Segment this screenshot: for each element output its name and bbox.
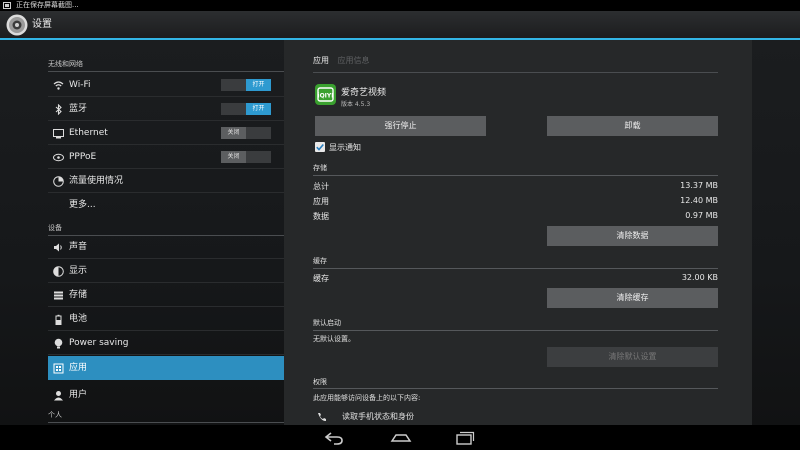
sidebar-item-apps[interactable]: 应用 bbox=[48, 356, 284, 380]
cache-header: 缓存 bbox=[313, 257, 327, 265]
settings-content: 无线和网络 Wi-Fi 打开 蓝牙 打开 Ethernet 关闭 PPPoE 关… bbox=[0, 40, 800, 425]
permission-item: 读取手机状态和身份 bbox=[342, 412, 414, 421]
storage-header: 存储 bbox=[313, 164, 327, 172]
screenshot-icon bbox=[3, 2, 11, 9]
section-header-device: 设备 bbox=[48, 223, 284, 236]
force-stop-button[interactable]: 强行停止 bbox=[315, 116, 486, 136]
storage-total-row: 总计 13.37 MB bbox=[313, 181, 718, 191]
status-bar: 正在保存屏幕截图... bbox=[0, 0, 800, 11]
sidebar-item-label: PPPoE bbox=[69, 152, 97, 162]
data-usage-icon bbox=[53, 176, 64, 187]
page-title: 设置 bbox=[32, 19, 52, 30]
home-icon[interactable] bbox=[390, 431, 412, 445]
launch-default-header: 默认启动 bbox=[313, 319, 341, 327]
sound-icon bbox=[54, 243, 62, 252]
settings-sidebar: 无线和网络 Wi-Fi 打开 蓝牙 打开 Ethernet 关闭 PPPoE 关… bbox=[0, 40, 284, 425]
pppoe-icon bbox=[53, 153, 64, 162]
sidebar-item-more[interactable]: 更多... bbox=[48, 193, 284, 217]
permissions-header: 权限 bbox=[313, 378, 327, 386]
clear-defaults-button: 清除默认设置 bbox=[547, 347, 718, 367]
storage-app-row: 应用 12.40 MB bbox=[313, 196, 718, 206]
checkmark-icon bbox=[316, 143, 324, 151]
sidebar-item-power-saving[interactable]: Power saving bbox=[48, 331, 284, 355]
sidebar-item-wifi[interactable]: Wi-Fi 打开 bbox=[48, 73, 284, 97]
power-saving-icon bbox=[54, 338, 63, 349]
storage-icon bbox=[54, 291, 63, 300]
show-notifications-checkbox[interactable] bbox=[315, 142, 325, 152]
clear-cache-button[interactable]: 清除缓存 bbox=[547, 288, 718, 308]
sidebar-item-label: Ethernet bbox=[69, 128, 108, 138]
back-icon[interactable] bbox=[323, 431, 345, 445]
recent-apps-icon[interactable] bbox=[454, 431, 476, 445]
app-info-tabs: 应用 应用信息 bbox=[313, 55, 370, 66]
ethernet-icon bbox=[53, 129, 64, 139]
battery-icon bbox=[55, 314, 62, 325]
sidebar-item-label: 用户 bbox=[69, 390, 88, 400]
storage-data-row: 数据 0.97 MB bbox=[313, 211, 718, 221]
ethernet-toggle[interactable]: 关闭 bbox=[221, 127, 271, 139]
phone-icon bbox=[318, 413, 326, 422]
permissions-text: 此应用能够访问设备上的以下内容: bbox=[313, 394, 421, 402]
section-header-wireless: 无线和网络 bbox=[48, 59, 284, 72]
sidebar-item-display[interactable]: 显示 bbox=[48, 259, 284, 283]
sidebar-item-label: 存储 bbox=[69, 290, 88, 300]
pppoe-toggle[interactable]: 关闭 bbox=[221, 151, 271, 163]
wifi-toggle[interactable]: 打开 bbox=[221, 79, 271, 91]
clear-data-button[interactable]: 清除数据 bbox=[547, 226, 718, 246]
settings-icon[interactable] bbox=[6, 14, 28, 36]
sidebar-item-ethernet[interactable]: Ethernet 关闭 bbox=[48, 121, 284, 145]
sidebar-item-bluetooth[interactable]: 蓝牙 打开 bbox=[48, 97, 284, 121]
bluetooth-icon bbox=[55, 104, 62, 115]
app-version: 版本 4.5.3 bbox=[341, 101, 371, 108]
cache-row: 缓存 32.00 KB bbox=[313, 273, 718, 283]
status-notification: 正在保存屏幕截图... bbox=[16, 1, 79, 9]
apps-icon bbox=[53, 363, 64, 374]
sidebar-item-label: 蓝牙 bbox=[69, 104, 88, 114]
sidebar-item-label: 流量使用情况 bbox=[69, 176, 124, 186]
sidebar-item-label: 更多... bbox=[69, 200, 96, 210]
show-notifications-label: 显示通知 bbox=[329, 143, 361, 152]
bluetooth-toggle[interactable]: 打开 bbox=[221, 103, 271, 115]
users-icon bbox=[54, 391, 63, 401]
app-info-panel: 应用 应用信息 iQIYI 爱奇艺视频 版本 4.5.3 强行停止 卸载 显示通… bbox=[284, 40, 752, 425]
tab-app-info[interactable]: 应用信息 bbox=[338, 56, 370, 65]
iqiyi-app-icon: iQIYI bbox=[315, 84, 336, 105]
sidebar-item-label: Wi-Fi bbox=[69, 80, 91, 90]
sidebar-item-label: Power saving bbox=[69, 338, 129, 348]
sidebar-item-pppoe[interactable]: PPPoE 关闭 bbox=[48, 145, 284, 169]
navigation-bar bbox=[0, 425, 800, 450]
action-bar: 设置 bbox=[0, 11, 800, 40]
sidebar-item-sound[interactable]: 声音 bbox=[48, 235, 284, 259]
sidebar-item-storage[interactable]: 存储 bbox=[48, 283, 284, 307]
section-header-personal: 个人 bbox=[48, 410, 284, 423]
sidebar-item-label: 显示 bbox=[69, 266, 88, 276]
sidebar-item-data-usage[interactable]: 流量使用情况 bbox=[48, 169, 284, 193]
tab-apps[interactable]: 应用 bbox=[313, 56, 329, 65]
uninstall-button[interactable]: 卸载 bbox=[547, 116, 718, 136]
sidebar-item-label: 应用 bbox=[69, 363, 88, 373]
no-defaults-text: 无默认设置。 bbox=[313, 335, 355, 343]
sidebar-item-label: 电池 bbox=[69, 314, 88, 324]
sidebar-item-label: 声音 bbox=[69, 242, 88, 252]
sidebar-item-users[interactable]: 用户 bbox=[48, 383, 284, 407]
wifi-icon bbox=[53, 81, 64, 90]
svg-text:iQIYI: iQIYI bbox=[318, 93, 334, 100]
app-name: 爱奇艺视频 bbox=[341, 88, 387, 98]
display-icon bbox=[53, 266, 64, 277]
sidebar-item-battery[interactable]: 电池 bbox=[48, 307, 284, 331]
